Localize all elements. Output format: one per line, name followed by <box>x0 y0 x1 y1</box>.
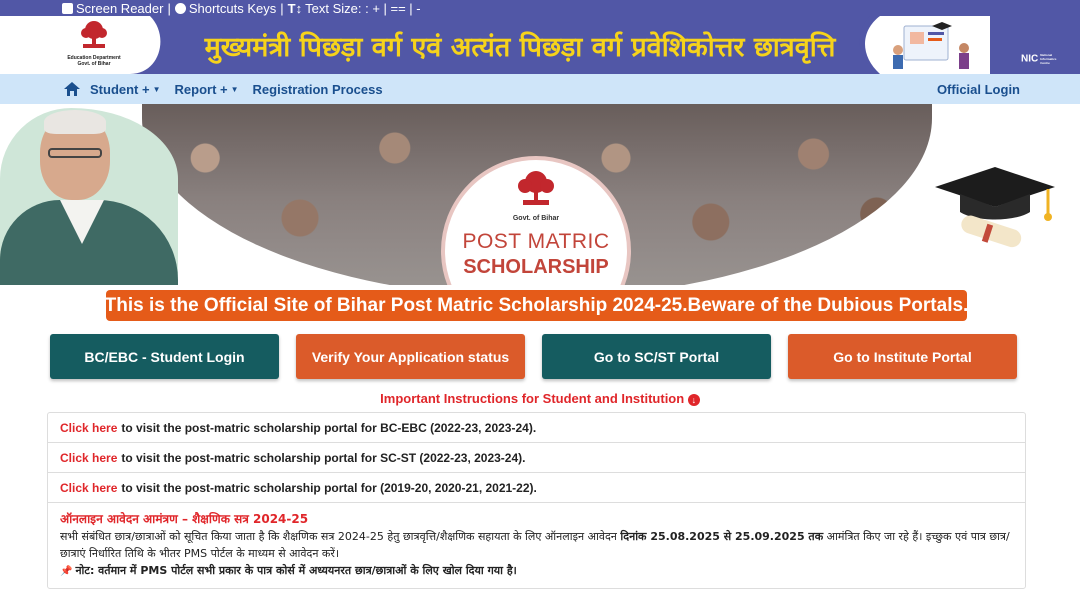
chevron-down-icon: ▼ <box>152 84 161 94</box>
screen-reader-icon <box>62 2 73 14</box>
nav-registration-process[interactable]: Registration Process <box>253 82 383 97</box>
arrow-down-circle-icon: ↓ <box>687 393 700 406</box>
pin-icon: 📌 <box>60 566 73 577</box>
chevron-down-icon: ▼ <box>230 84 239 94</box>
text-size-icon: T↕ <box>287 0 303 16</box>
text-size-label: Text Size: : + | == | - <box>305 0 421 16</box>
list-item-text: to visit the post-matric scholarship por… <box>121 420 537 435</box>
bodhi-tree-icon <box>81 21 107 48</box>
minister-hair <box>44 110 106 134</box>
site-header: Education Department Govt. of Bihar मुख्… <box>0 16 1080 74</box>
click-here-link[interactable]: Click here <box>60 421 117 435</box>
separator: | <box>280 0 284 16</box>
list-item-text: to visit the post-matric scholarship por… <box>121 450 526 465</box>
shortcuts-label: Shortcuts Keys <box>188 0 277 16</box>
screen-reader-label: Screen Reader <box>76 0 164 16</box>
key-icon <box>174 2 186 14</box>
emblem-gov-text: Govt. of Bihar <box>512 215 560 222</box>
announcement-block: ऑनलाइन आवेदन आमंत्रण – शैक्षणिक सत्र 202… <box>48 503 1025 588</box>
announcement-body-part1: सभी संबंधित छात्र/छात्राओं को सूचित किया… <box>60 530 617 543</box>
nic-text: NIC <box>1021 53 1039 65</box>
important-instructions-link[interactable]: Important Instructions for Student and I… <box>0 391 1080 406</box>
list-item: Click here to visit the post-matric scho… <box>48 413 1025 443</box>
nav-report-menu[interactable]: Report + ▼ <box>175 82 239 97</box>
announcement-heading: ऑनलाइन आवेदन आमंत्रण – शैक्षणिक सत्र 202… <box>60 512 309 526</box>
emblem-line2: SCHOLARSHIP <box>463 256 609 278</box>
hero-banner: Govt. of Bihar POST MATRIC SCHOLARSHIP <box>0 104 1080 285</box>
site-title: मुख्यमंत्री पिछड़ा वर्ग एवं अत्यंत पिछड़… <box>204 31 836 63</box>
shortcuts-link[interactable]: Shortcuts Keys <box>174 0 277 16</box>
nav-registration-label: Registration Process <box>252 81 383 97</box>
institute-portal-button[interactable]: Go to Institute Portal <box>788 334 1017 379</box>
post-matric-emblem: Govt. of Bihar POST MATRIC SCHOLARSHIP <box>441 156 631 285</box>
click-here-link[interactable]: Click here <box>60 481 117 495</box>
graduation-cap-icon <box>935 167 1055 248</box>
instructions-label: Important Instructions for Student and I… <box>380 391 685 406</box>
nav-student-label: Student + <box>90 81 150 97</box>
action-buttons: BC/EBC - Student Login Verify Your Appli… <box>50 334 1025 379</box>
list-item: Click here to visit the post-matric scho… <box>48 473 1025 503</box>
home-icon[interactable] <box>64 82 80 96</box>
emblem-line1: POST MATRIC <box>462 230 610 253</box>
official-site-notice: This is the Official Site of Bihar Post … <box>105 290 968 321</box>
nav-report-label: Report + <box>174 81 228 97</box>
nav-student-menu[interactable]: Student + ▼ <box>90 82 161 97</box>
bodhi-tree-icon <box>518 171 554 205</box>
accessibility-bar: Screen Reader | Shortcuts Keys | T↕ Text … <box>0 0 1080 16</box>
verify-application-status-button[interactable]: Verify Your Application status <box>296 334 525 379</box>
minister-photo <box>0 108 178 285</box>
nic-subtext: National Informatics Centre <box>1040 53 1057 65</box>
students-illustration <box>893 22 969 69</box>
main-nav: Student + ▼ Report + ▼ Registration Proces… <box>0 74 1080 104</box>
announcement-note: 📌 नोट: वर्तमान में PMS पोर्टल सभी प्रकार … <box>60 562 1013 580</box>
click-here-link[interactable]: Click here <box>60 451 117 465</box>
list-item: Click here to visit the post-matric scho… <box>48 443 1025 473</box>
screen-reader-link[interactable]: Screen Reader <box>62 1 163 16</box>
sc-st-portal-button[interactable]: Go to SC/ST Portal <box>542 334 771 379</box>
official-login-link[interactable]: Official Login <box>937 82 1020 97</box>
logo-gov-text: Govt. of Bihar <box>77 61 111 67</box>
announcement-dates: दिनांक 25.08.2025 से 25.09.2025 तक <box>620 530 824 543</box>
text-size-control[interactable]: T↕ Text Size: : + | == | - <box>288 1 421 16</box>
minister-glasses <box>48 148 102 158</box>
separator: | <box>167 0 171 16</box>
list-item-text: to visit the post-matric scholarship por… <box>121 480 537 495</box>
nic-logo[interactable]: NIC National Informatics Centre <box>1021 53 1060 65</box>
announcement-note-text: नोट: वर्तमान में PMS पोर्टल सभी प्रकार क… <box>75 564 517 577</box>
portal-links-list: Click here to visit the post-matric scho… <box>47 412 1026 589</box>
bc-ebc-student-login-button[interactable]: BC/EBC - Student Login <box>50 334 279 379</box>
bihar-education-logo[interactable]: Education Department Govt. of Bihar <box>58 18 130 72</box>
announcement-body: सभी संबंधित छात्र/छात्राओं को सूचित किया… <box>60 528 1013 562</box>
